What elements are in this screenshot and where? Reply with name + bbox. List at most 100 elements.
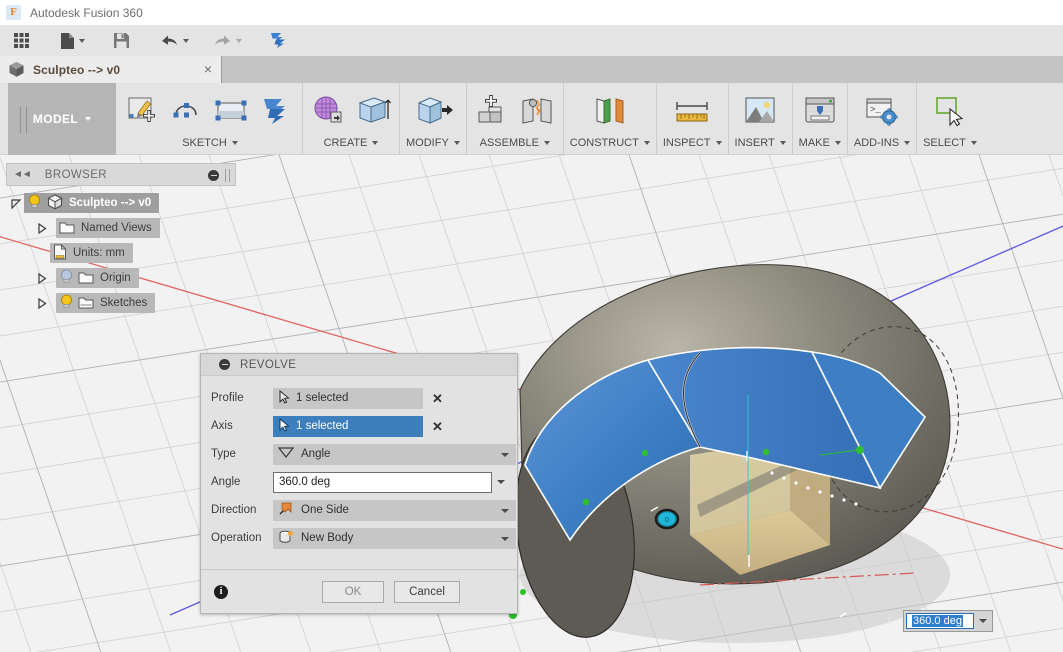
ribbon-group-modify: MODIFY [400, 83, 467, 155]
ribbon-group-label[interactable]: MODIFY [406, 133, 460, 153]
ribbon-group-inspect: INSPECT [657, 83, 729, 155]
measure-button[interactable] [672, 89, 712, 133]
browser-item-sculpteo[interactable]: Sculpteo --> v0 [8, 192, 238, 214]
ribbon-group-label[interactable]: CONSTRUCT [570, 133, 650, 153]
ribbon-group-label[interactable]: INSERT [735, 133, 786, 153]
chevron-down-icon[interactable] [501, 453, 509, 457]
drag-grip-icon[interactable] [225, 169, 230, 182]
select-tool-button[interactable] [930, 89, 970, 133]
chevron-down-icon [971, 141, 977, 145]
fusion-logo-button[interactable] [263, 25, 293, 56]
angle-value-box[interactable]: 360.0 deg [906, 613, 974, 629]
new-body-icon [278, 529, 294, 547]
browser-item-label: Sketches [100, 297, 147, 309]
joint-button[interactable] [517, 89, 557, 133]
ribbon-group-label[interactable]: MAKE [799, 133, 841, 153]
svg-text:>_: >_ [870, 105, 881, 115]
browser-item-sketches[interactable]: Sketches [8, 292, 238, 314]
angle-input[interactable]: 360.0 deg [273, 472, 492, 493]
browser-item-named-views[interactable]: Named Views [8, 217, 238, 239]
revolve-dialog[interactable]: REVOLVE Profile 1 selected ✕ [200, 353, 518, 614]
light-bulb-icon[interactable] [59, 294, 74, 313]
close-icon[interactable]: × [204, 61, 212, 77]
clear-selection-icon[interactable]: ✕ [432, 420, 443, 433]
new-component-button[interactable] [473, 89, 513, 133]
dialog-title: REVOLVE [240, 359, 296, 371]
document-tab-sculpteo[interactable]: Sculpteo --> v0 × [0, 56, 222, 83]
type-dropdown[interactable]: Angle [273, 444, 516, 465]
ribbon-group-label[interactable]: INSPECT [663, 133, 722, 153]
ribbon-group-label[interactable]: ADD-INS [854, 133, 910, 153]
cancel-button[interactable]: Cancel [394, 581, 460, 603]
collapse-panel-icon[interactable]: ◄◄ [13, 169, 31, 180]
expand-arrow-icon[interactable] [34, 268, 50, 288]
ribbon-group-label[interactable]: CREATE [324, 133, 379, 153]
dialog-title-bar[interactable]: REVOLVE [201, 354, 517, 376]
redo-button[interactable] [208, 25, 247, 56]
create-sketch-button[interactable] [124, 89, 164, 133]
show-data-panel-button[interactable] [8, 25, 35, 56]
expand-arrow-icon[interactable] [34, 293, 50, 313]
undo-button[interactable] [155, 25, 194, 56]
light-bulb-icon[interactable] [59, 269, 74, 288]
3d-viewport[interactable]: 0 [0, 155, 1063, 652]
chevron-down-icon [236, 39, 242, 43]
create-form-button[interactable] [309, 89, 349, 133]
ribbon-group-label[interactable]: SELECT [923, 133, 977, 153]
chevron-down-icon[interactable] [979, 619, 987, 623]
ribbon-label-text: SELECT [923, 137, 966, 149]
ribbon-group-select: SELECT [917, 83, 983, 155]
browser-item-origin[interactable]: Origin [8, 267, 238, 289]
finish-sketch-button[interactable] [256, 89, 296, 133]
new-component-icon [475, 94, 511, 128]
grid-icon [13, 32, 30, 49]
offset-plane-button[interactable] [590, 89, 630, 133]
spline-button[interactable] [168, 89, 208, 133]
browser-item-units[interactable]: Units: mm [8, 242, 238, 264]
workspace-switcher-button[interactable]: MODEL [8, 83, 116, 155]
direction-dropdown[interactable]: One Side [273, 500, 516, 521]
save-icon [113, 32, 130, 49]
minimize-icon[interactable] [219, 359, 230, 370]
expand-arrow-icon[interactable] [34, 218, 50, 238]
insert-image-icon [743, 94, 777, 128]
workspace-label: MODEL [33, 112, 78, 126]
axis-selection-button[interactable]: 1 selected [273, 416, 423, 437]
field-value: 360.0 deg [279, 476, 330, 488]
expand-arrow-icon[interactable] [8, 193, 24, 213]
ribbon-group-label[interactable]: ASSEMBLE [480, 133, 550, 153]
profile-selection-button[interactable]: 1 selected [273, 388, 423, 409]
chevron-down-icon[interactable] [501, 537, 509, 541]
ribbon-group-label[interactable]: SKETCH [182, 133, 238, 153]
chevron-down-icon[interactable] [497, 480, 505, 484]
clear-selection-icon[interactable]: ✕ [432, 392, 443, 405]
field-row-operation: Operation New Body [201, 524, 517, 552]
minimize-icon[interactable] [208, 170, 219, 181]
rectangle-button[interactable] [212, 89, 252, 133]
chevron-down-icon[interactable] [501, 509, 509, 513]
operation-dropdown[interactable]: New Body [273, 528, 516, 549]
ribbon-label-text: CREATE [324, 137, 368, 149]
insert-image-button[interactable] [740, 89, 780, 133]
browser-header[interactable]: ◄◄ BROWSER [6, 163, 236, 186]
create-form-icon [311, 94, 347, 128]
chevron-down-icon [183, 39, 189, 43]
info-icon[interactable]: i [214, 585, 228, 599]
chevron-down-icon [780, 141, 786, 145]
ribbon-group-addins: >_ ADD-INS [848, 83, 917, 155]
app-title: Autodesk Fusion 360 [30, 6, 143, 20]
save-button[interactable] [108, 25, 135, 56]
file-menu-button[interactable] [55, 25, 90, 56]
canvas-angle-input[interactable]: ::: 360.0 deg [903, 610, 993, 632]
extrude-button[interactable] [353, 89, 393, 133]
3d-print-button[interactable] [800, 89, 840, 133]
field-row-profile: Profile 1 selected ✕ [201, 384, 517, 412]
measure-icon [673, 94, 711, 128]
scripts-addins-button[interactable]: >_ [862, 89, 902, 133]
offset-plane-icon [590, 94, 630, 128]
light-bulb-icon[interactable] [27, 194, 42, 213]
drag-grip-icon[interactable]: ::: [888, 615, 890, 624]
press-pull-button[interactable] [413, 89, 453, 133]
ok-button[interactable]: OK [322, 581, 384, 603]
ribbon-label-text: ADD-INS [854, 137, 899, 149]
